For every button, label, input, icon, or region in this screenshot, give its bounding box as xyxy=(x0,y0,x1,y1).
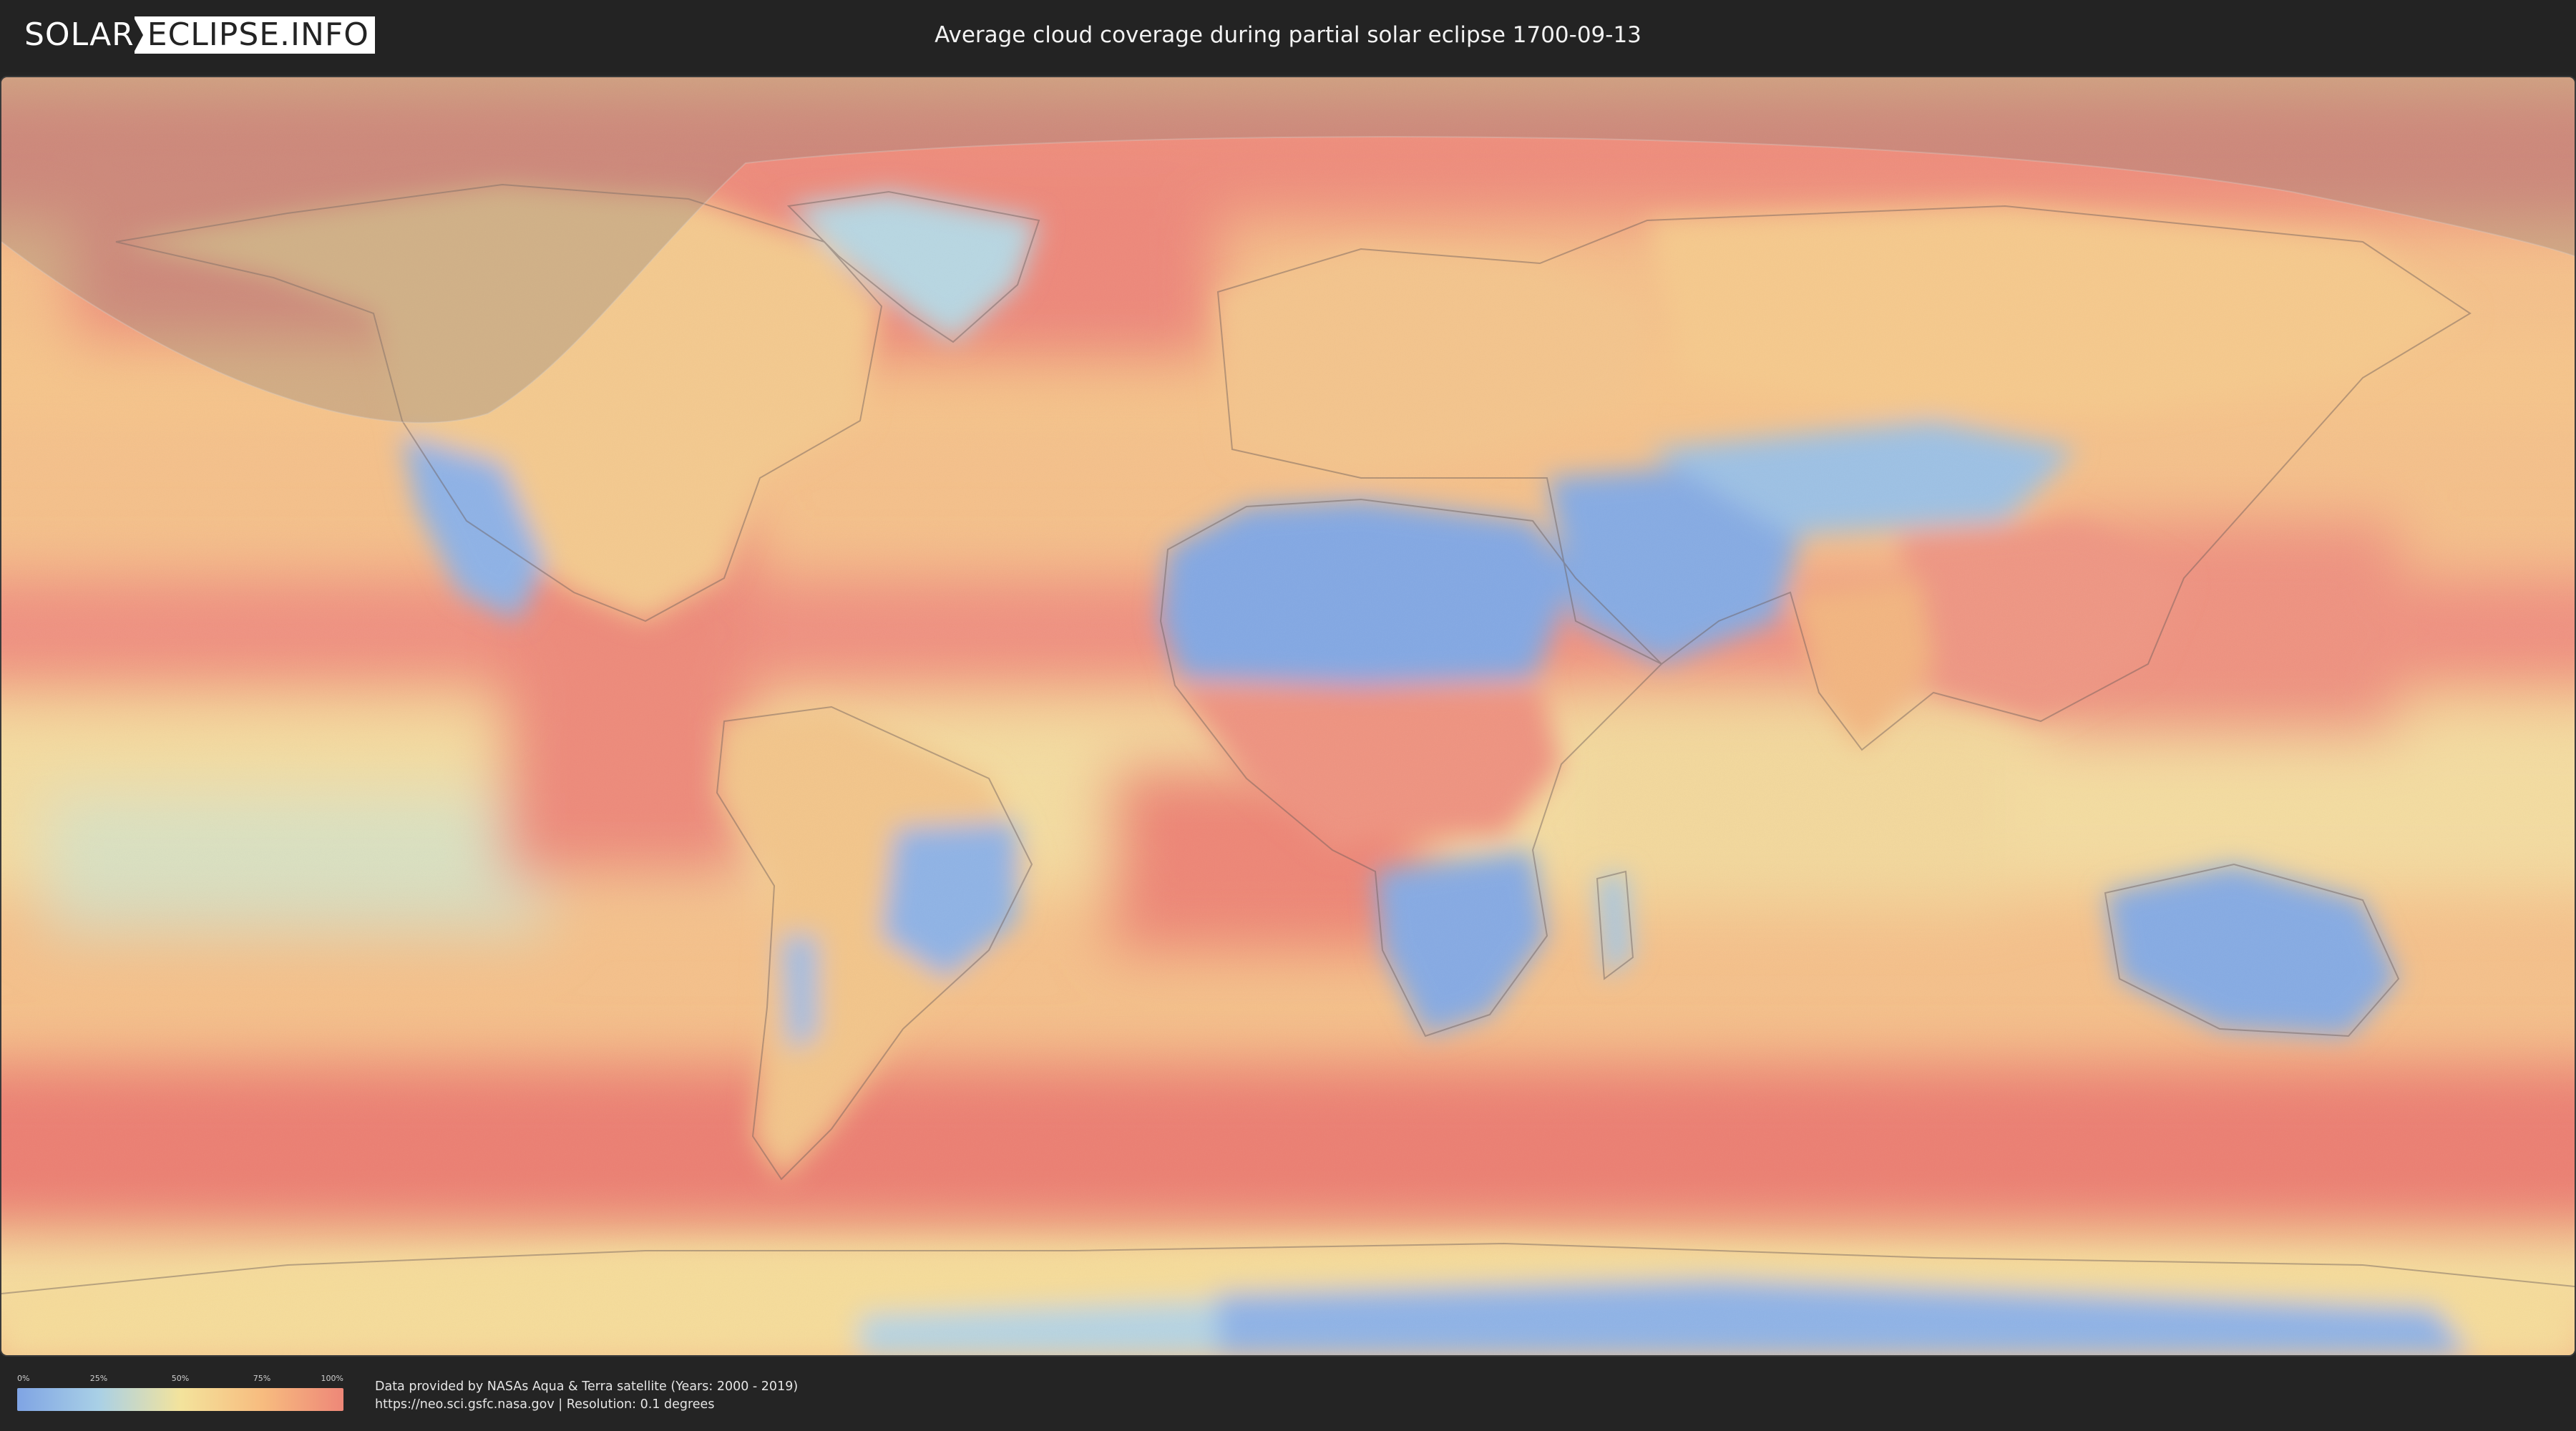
legend-tick-50: 50% xyxy=(171,1374,190,1383)
legend-tick-0: 0% xyxy=(17,1374,30,1383)
data-source-line: Data provided by NASAs Aqua & Terra sate… xyxy=(375,1379,799,1394)
legend-tick-75: 75% xyxy=(253,1374,271,1383)
data-source-info: Data provided by NASAs Aqua & Terra sate… xyxy=(375,1378,798,1414)
legend-color-bar xyxy=(17,1388,343,1411)
cloud-coverage-map[interactable] xyxy=(1,77,2575,1355)
data-source-url-line[interactable]: https://neo.sci.gsfc.nasa.gov | Resoluti… xyxy=(375,1396,798,1414)
world-map-svg xyxy=(1,77,2575,1355)
legend-tick-25: 25% xyxy=(89,1374,108,1383)
page-title: Average cloud coverage during partial so… xyxy=(935,22,1641,48)
cloud-coverage-legend: 0% 25% 50% 75% 100% xyxy=(17,1374,343,1414)
legend-tick-100: 100% xyxy=(321,1374,343,1383)
legend-ticks: 0% 25% 50% 75% 100% xyxy=(17,1374,343,1384)
